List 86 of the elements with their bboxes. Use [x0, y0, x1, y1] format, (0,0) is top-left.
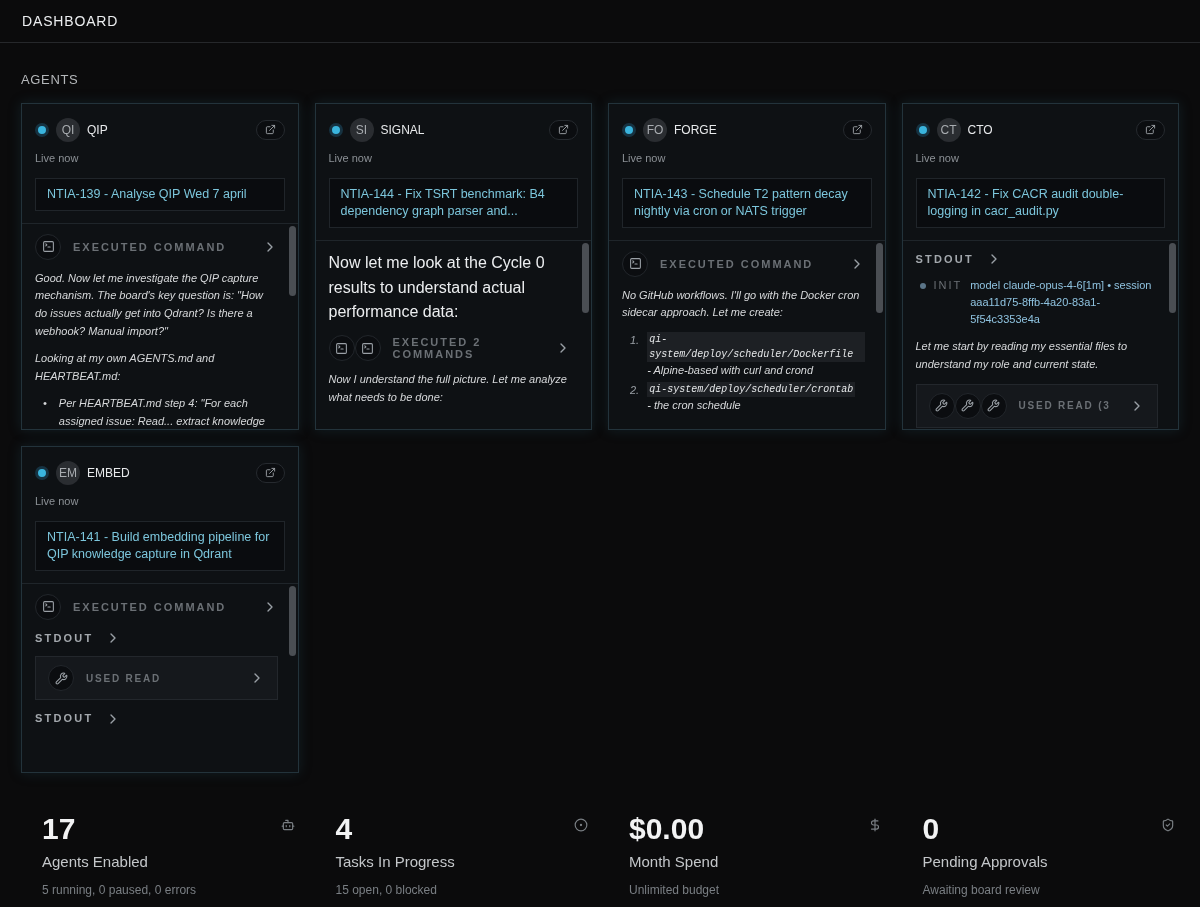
agent-avatar: FO [643, 117, 667, 142]
external-link-icon [264, 124, 276, 135]
agent-name: EMBED [87, 464, 131, 482]
external-link-icon [558, 124, 569, 135]
list-item-text: Per HEARTBEAT.md step 4: "For each assigned issue: Read... extract knowledge [58, 396, 266, 429]
message-text: No GitHub workflows. I'll go with the Docker cron sidecar approach. Let me create: [622, 287, 861, 321]
terminal-icon [35, 593, 61, 620]
list-number: 2. [630, 383, 640, 399]
wrench-icon [980, 392, 1007, 419]
message-text: Looking at my own AGENTS.md and HEARTBEAT.md: [35, 351, 216, 384]
init-tag: INIT [933, 277, 963, 329]
bullet-marker: • [43, 396, 47, 412]
terminal-icon [328, 335, 355, 362]
agent-name: FORGE [674, 121, 718, 139]
stat-label: Month Spend [629, 851, 720, 872]
agent-avatar: CT [936, 117, 961, 142]
shield-check-icon [1161, 817, 1175, 832]
terminal-icon [622, 250, 648, 277]
stat-label: Tasks In Progress [335, 851, 455, 872]
stat-value: 4 [335, 811, 354, 845]
message-text: Let me start by reading my essential files to understand my role and current state. [915, 339, 1129, 372]
task-link[interactable]: NTIA-144 - Fix TSRT benchmark: B4 dependency graph parser and... [328, 178, 578, 228]
stdout-toggle[interactable]: STDOUT [35, 629, 278, 647]
task-link[interactable]: NTIA-142 - Fix CACR audit double-logging in cacr_audit.py [915, 178, 1165, 228]
agent-name: QIP [87, 121, 109, 139]
message-text: Good. Now let me investigate the QIP capture mechanism. The board's key question is: "How do issues actually get into Qdrant? Is there a webhook? Manual import?" [35, 270, 265, 339]
scrollbar-thumb[interactable] [582, 242, 589, 313]
stat-label: Pending Approvals [922, 851, 1048, 872]
page-title: DASHBOARD [22, 11, 119, 31]
list-number: 1. [630, 332, 640, 348]
wrench-icon [928, 392, 955, 419]
external-link-icon [1145, 124, 1156, 135]
tool-call-row[interactable]: USED READ (3 [915, 383, 1158, 428]
agent-name: CTO [967, 121, 994, 139]
circle-dot-icon [574, 817, 588, 832]
section-title: AGENTS [21, 71, 80, 89]
live-status-text: Live now [35, 150, 80, 166]
live-status-text: Live now [622, 150, 667, 166]
stat-caption: 15 open, 0 blocked [335, 882, 438, 899]
open-external-button[interactable] [549, 119, 578, 140]
open-external-button[interactable] [255, 462, 285, 483]
terminal-icon [35, 233, 61, 260]
robot-icon [280, 817, 295, 832]
executed-command-row[interactable]: EXECUTED COMMAND [35, 593, 278, 620]
executed-command-row[interactable]: EXECUTED COMMAND [622, 250, 865, 277]
wrench-icon [954, 392, 981, 419]
stdout-toggle[interactable]: STDOUT [35, 710, 278, 727]
external-link-icon [851, 124, 863, 135]
stat-value: 0 [922, 811, 941, 845]
stat-caption: 5 running, 0 paused, 0 errors [42, 882, 197, 899]
live-status-text: Live now [328, 150, 373, 166]
open-external-button[interactable] [1136, 119, 1165, 140]
task-link[interactable]: NTIA-141 - Build embedding pipeline for QIP knowledge capture in Qdrant [35, 521, 285, 571]
live-status-text: Live now [35, 493, 80, 509]
message-text: Now let me look at the Cycle 0 results to understand actual performance data: [328, 252, 546, 323]
agent-avatar: SI [349, 117, 374, 142]
task-link[interactable]: NTIA-143 - Schedule T2 pattern decay nightly via cron or NATS trigger [622, 178, 872, 228]
scrollbar-thumb[interactable] [288, 585, 296, 656]
scrollbar-thumb[interactable] [288, 225, 296, 296]
code-path: qi-system/deploy/scheduler/crontab [647, 382, 856, 398]
executed-command-row[interactable]: EXECUTED 2 COMMANDS [328, 335, 571, 362]
scrollbar-thumb[interactable] [875, 242, 883, 313]
external-link-icon [264, 467, 276, 478]
tool-call-row[interactable]: USED READ [35, 656, 278, 701]
agent-avatar: QI [56, 117, 80, 142]
agent-avatar: EM [56, 460, 80, 485]
scrollbar-thumb[interactable] [1169, 242, 1176, 313]
live-status-text: Live now [915, 150, 960, 166]
executed-command-row[interactable]: EXECUTED COMMAND [35, 233, 278, 260]
open-external-button[interactable] [842, 119, 872, 140]
agent-name: SIGNAL [380, 121, 426, 139]
open-external-button[interactable] [255, 119, 285, 140]
list-item-text: - Alpine-based with curl and crond [647, 362, 815, 378]
stat-value: 17 [42, 811, 77, 845]
stat-caption: Awaiting board review [922, 882, 1041, 899]
task-link[interactable]: NTIA-139 - Analyse QIP Wed 7 april [35, 178, 285, 211]
message-text: Now I understand the full picture. Let me analyze what needs to be done: [328, 372, 568, 405]
stdout-toggle[interactable]: STDOUT [915, 250, 1158, 268]
stat-value: $0.00 [629, 811, 706, 845]
list-item-text: - the cron schedule [647, 398, 742, 414]
stat-caption: Unlimited budget [629, 882, 720, 899]
wrench-icon [48, 665, 74, 692]
terminal-icon [354, 335, 381, 362]
code-path: qi-system/deploy/scheduler/Dockerfile [647, 331, 865, 362]
stat-label: Agents Enabled [42, 851, 149, 872]
session-info: model claude-opus-4-6[1m] • session aaa11d75-8ffb-4a20-83a1-5f54c3353e4a [970, 278, 1153, 328]
